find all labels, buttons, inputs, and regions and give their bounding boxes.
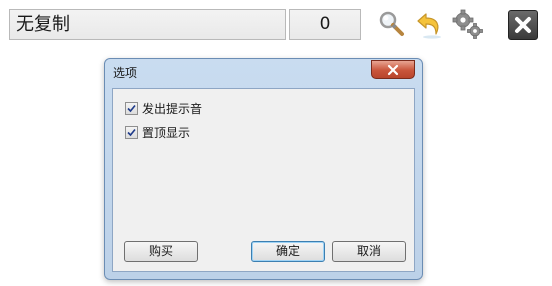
close-icon: [515, 17, 531, 33]
undo-icon[interactable]: [414, 8, 446, 40]
clipboard-text-field[interactable]: 无复制: [9, 9, 286, 40]
close-icon: [387, 64, 399, 76]
always-on-top-checkbox[interactable]: [125, 126, 138, 139]
beep-label: 发出提示音: [142, 102, 203, 116]
ok-button[interactable]: 确定: [251, 241, 325, 262]
search-icon[interactable]: [376, 8, 408, 40]
always-on-top-label: 置顶显示: [142, 126, 191, 140]
dialog-title: 选项: [113, 66, 138, 80]
count-field[interactable]: 0: [289, 9, 361, 40]
dialog-close-button[interactable]: [371, 60, 415, 79]
checkmark-icon: [127, 104, 136, 113]
cancel-button[interactable]: 取消: [332, 241, 406, 262]
close-button[interactable]: [508, 10, 538, 40]
toolbar: 无复制 0: [0, 0, 552, 50]
gear-icon[interactable]: [452, 8, 484, 40]
beep-checkbox[interactable]: [125, 102, 138, 115]
buy-button[interactable]: 购买: [124, 241, 198, 262]
checkmark-icon: [127, 128, 136, 137]
options-dialog: 选项 发出提示音 置顶显示 购买 确定 取消: [104, 58, 423, 280]
